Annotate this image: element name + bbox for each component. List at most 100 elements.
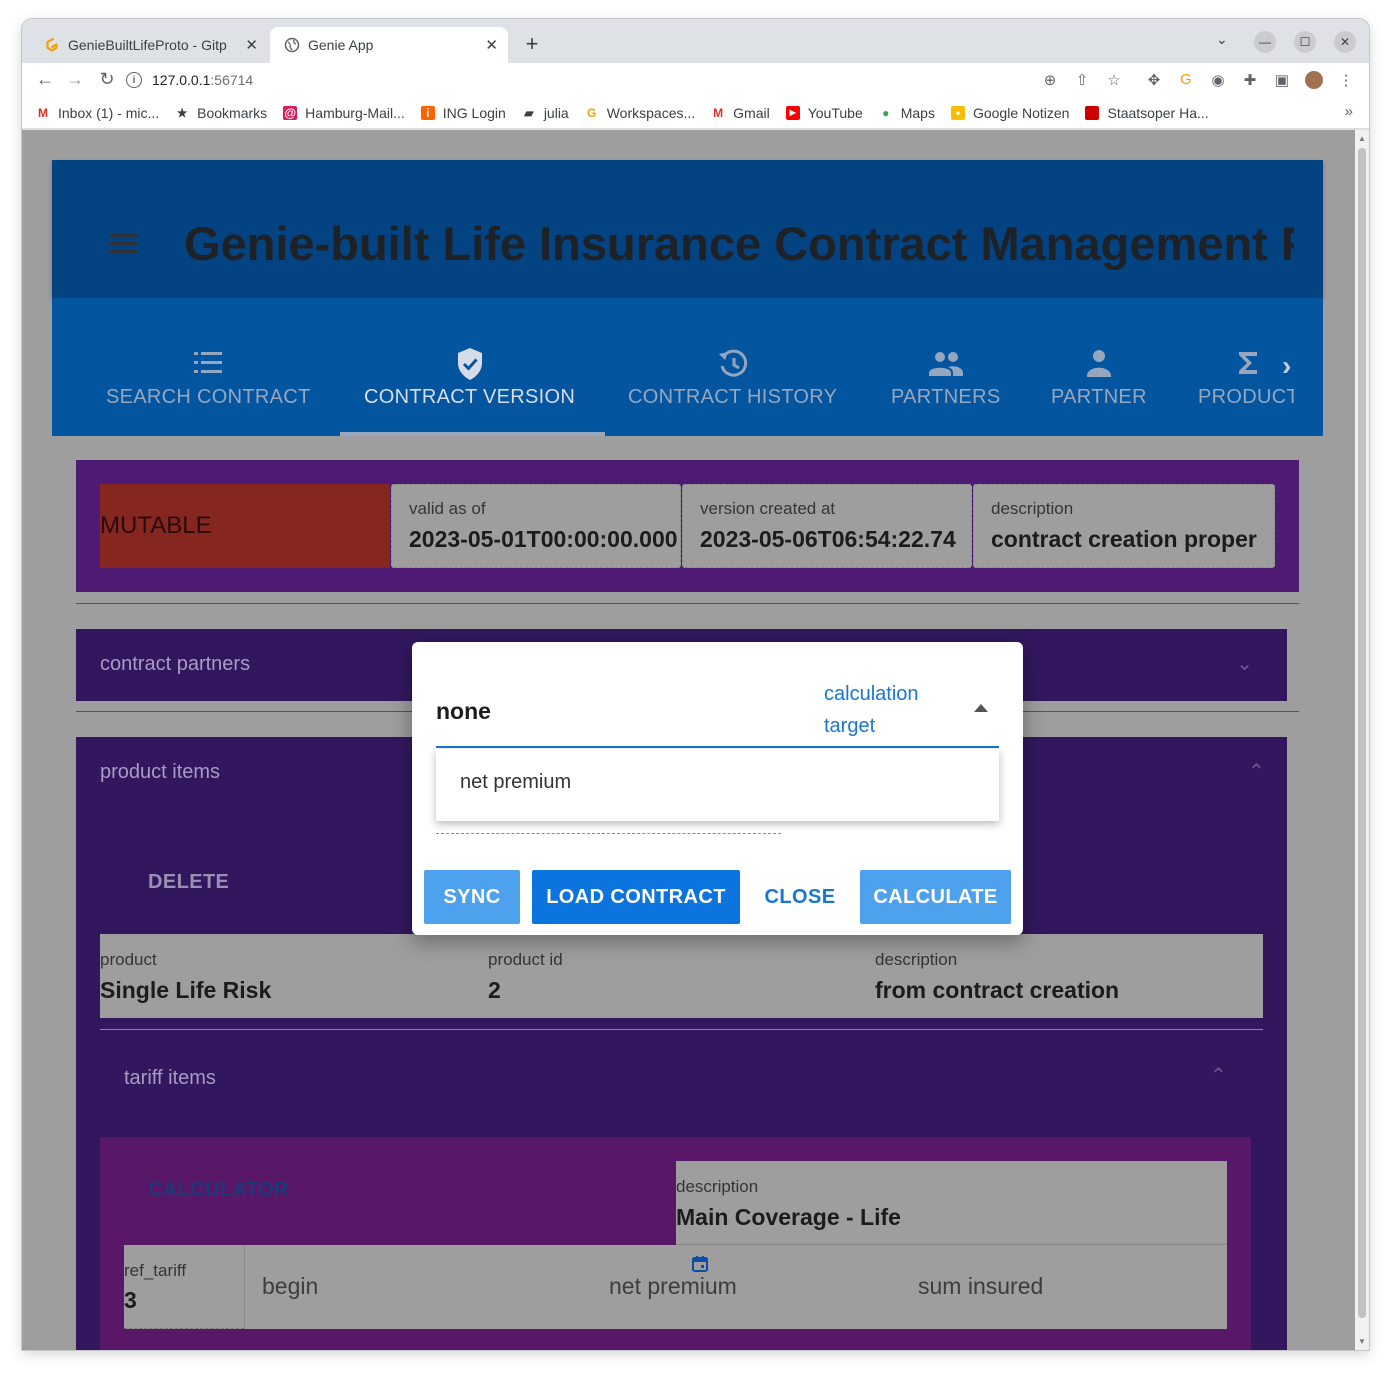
bookmark-item[interactable]: i ING Login (420, 105, 506, 121)
gmail-icon: M (713, 105, 724, 120)
browser-tab-gitpod[interactable]: GenieBuiltLifeProto - Gitp ✕ (30, 27, 268, 63)
tariff-description-field[interactable]: description Main Coverage - Life (676, 1161, 1227, 1245)
version-created-field[interactable]: version created at 2023-05-06T06:54:22.7… (682, 484, 972, 568)
bookmark-item[interactable]: ▶ YouTube (785, 105, 863, 121)
product-cell: product Single Life Risk (100, 950, 271, 1004)
scrollbar-thumb[interactable] (1358, 148, 1366, 1318)
list-icon (194, 352, 223, 373)
load-contract-button[interactable]: LOAD CONTRACT (532, 870, 740, 924)
tab-search-icon[interactable]: ⌄ (1216, 31, 1228, 48)
sigma-icon (1239, 352, 1257, 374)
maximize-button[interactable]: ☐ (1294, 31, 1316, 53)
gmail-icon: M (38, 105, 48, 120)
tariff-item-card: CALCULATOR description Main Coverage - L… (100, 1137, 1251, 1350)
ing-icon: i (420, 105, 435, 120)
bookmark-item[interactable]: ● Maps (879, 105, 935, 121)
bookmark-item[interactable]: Staatsoper Ha... (1085, 105, 1209, 121)
tariff-row: ref_tariff 3 begin net premium sum insur… (124, 1245, 1227, 1329)
tab-partner[interactable]: PARTNER (1051, 346, 1147, 409)
bookmark-item[interactable]: @ Hamburg-Mail... (283, 105, 405, 121)
site-info-icon[interactable]: i (126, 72, 142, 88)
reload-icon[interactable]: ↻ (96, 69, 118, 90)
bookmark-item[interactable]: ★ Bookmarks (175, 105, 267, 121)
gitpod-icon (46, 37, 58, 52)
bookmark-star-icon[interactable]: ☆ (1104, 71, 1124, 89)
scroll-up-icon[interactable]: ▲ (1358, 134, 1366, 143)
ref-tariff-field[interactable]: ref_tariff 3 (124, 1245, 244, 1329)
share-icon[interactable]: ⇧ (1072, 71, 1092, 89)
people-icon (928, 352, 963, 376)
bookmark-item[interactable]: • Google Notizen (950, 105, 1069, 121)
back-icon[interactable]: ← (34, 69, 56, 90)
tab-partners[interactable]: PARTNERS (891, 346, 1000, 409)
globe-icon (284, 37, 300, 53)
tab-label: PRODUCT (1198, 386, 1294, 408)
calculate-button[interactable]: CALCULATE (860, 870, 1011, 924)
field-placeholder: sum insured (918, 1273, 1044, 1299)
tab-search-contract[interactable]: SEARCH CONTRACT (106, 346, 311, 409)
browser-menu-icon[interactable]: ⋮ (1336, 71, 1356, 89)
keep-icon: • (950, 105, 965, 120)
bookmarks-bar: M Inbox (1) - mic... ★ Bookmarks @ Hamburg-… (22, 97, 1369, 129)
tab-contract-history[interactable]: CONTRACT HISTORY (628, 346, 837, 409)
new-tab-button[interactable]: + (520, 31, 544, 57)
tab-contract-version[interactable]: CONTRACT VERSION (364, 346, 575, 409)
product-row: product Single Life Risk product id 2 de… (100, 934, 1263, 1018)
sum-insured-field[interactable]: sum insured (918, 1245, 1227, 1329)
product-id-cell: product id 2 (488, 950, 563, 1004)
calculation-target-select[interactable]: none calculation target (436, 664, 999, 748)
sync-button[interactable]: SYNC (424, 870, 520, 924)
field-value: from contract creation (875, 977, 1120, 1003)
gitpod-extension-icon[interactable]: G (1176, 71, 1196, 88)
close-button[interactable]: CLOSE (752, 870, 848, 924)
calculator-button[interactable]: CALCULATOR (148, 1179, 289, 1202)
extensions-puzzle-icon[interactable]: ✚ (1240, 71, 1260, 89)
tabs-scroll-right-icon[interactable]: › (1282, 350, 1291, 382)
select-label: calculation target (824, 683, 919, 737)
chevron-up-icon[interactable]: ⌃ (1210, 1063, 1227, 1088)
side-panel-icon[interactable]: ▣ (1272, 71, 1292, 89)
tariff-items-title[interactable]: tariff items (124, 1067, 216, 1090)
minimize-button[interactable]: — (1254, 31, 1276, 53)
zoom-icon[interactable]: ⊕ (1040, 71, 1060, 89)
delete-button[interactable]: DELETE (148, 871, 229, 894)
chevron-down-icon: ⌄ (1236, 653, 1253, 675)
tab-product[interactable]: PRODUCT (1198, 346, 1294, 409)
browser-tab-genie[interactable]: Genie App ✕ (270, 27, 508, 63)
valid-as-of-field[interactable]: valid as of 2023-05-01T00:00:00.000 (391, 484, 681, 568)
profile-avatar[interactable] (1304, 71, 1324, 93)
extension-icon[interactable]: ✥ (1144, 71, 1164, 89)
field-label: ref_tariff (124, 1261, 187, 1280)
chevron-up-icon[interactable]: ⌃ (1248, 759, 1265, 784)
scroll-down-icon[interactable]: ▼ (1358, 1337, 1366, 1346)
field-label: description (991, 499, 1074, 518)
address-bar[interactable]: i 127.0.0.1:56714 (126, 65, 1236, 95)
maps-icon: ● (882, 105, 890, 120)
option-net-premium[interactable]: net premium (460, 771, 571, 794)
menu-icon[interactable] (110, 234, 138, 258)
bookmark-item[interactable]: G Workspaces... (585, 105, 695, 121)
bookmark-label: julia (543, 104, 569, 121)
more-bookmarks-icon[interactable]: » (1345, 103, 1353, 120)
select-options-menu: net premium (436, 749, 999, 821)
person-icon (1086, 350, 1111, 377)
tab-label: PARTNER (1051, 386, 1147, 408)
version-description-field[interactable]: description contract creation proper (973, 484, 1275, 568)
close-tab-icon[interactable]: ✕ (245, 36, 258, 54)
page-viewport: Genie-built Life Insurance Contract Mana… (22, 130, 1369, 1350)
field-value: 2023-05-06T06:54:22.74 (700, 526, 956, 552)
net-premium-field[interactable]: net premium (609, 1245, 918, 1329)
bookmark-item[interactable]: M Inbox (1) - mic... (36, 105, 159, 121)
close-window-button[interactable]: ✕ (1334, 31, 1356, 53)
bookmark-item[interactable]: M Gmail (711, 105, 770, 121)
caret-up-icon[interactable] (974, 704, 988, 712)
tab-title: GenieBuiltLifeProto - Gitp (68, 37, 227, 53)
page-scrollbar[interactable]: ▲ ▼ (1355, 130, 1369, 1350)
close-tab-icon[interactable]: ✕ (485, 36, 498, 54)
input-underline (436, 833, 781, 834)
bookmark-item[interactable]: ▰ julia (522, 105, 569, 121)
forward-icon[interactable]: → (64, 69, 86, 90)
field-value: Single Life Risk (100, 977, 272, 1003)
vpn-extension-icon[interactable]: ◉ (1208, 71, 1228, 89)
begin-date-field[interactable]: begin (244, 1245, 708, 1329)
